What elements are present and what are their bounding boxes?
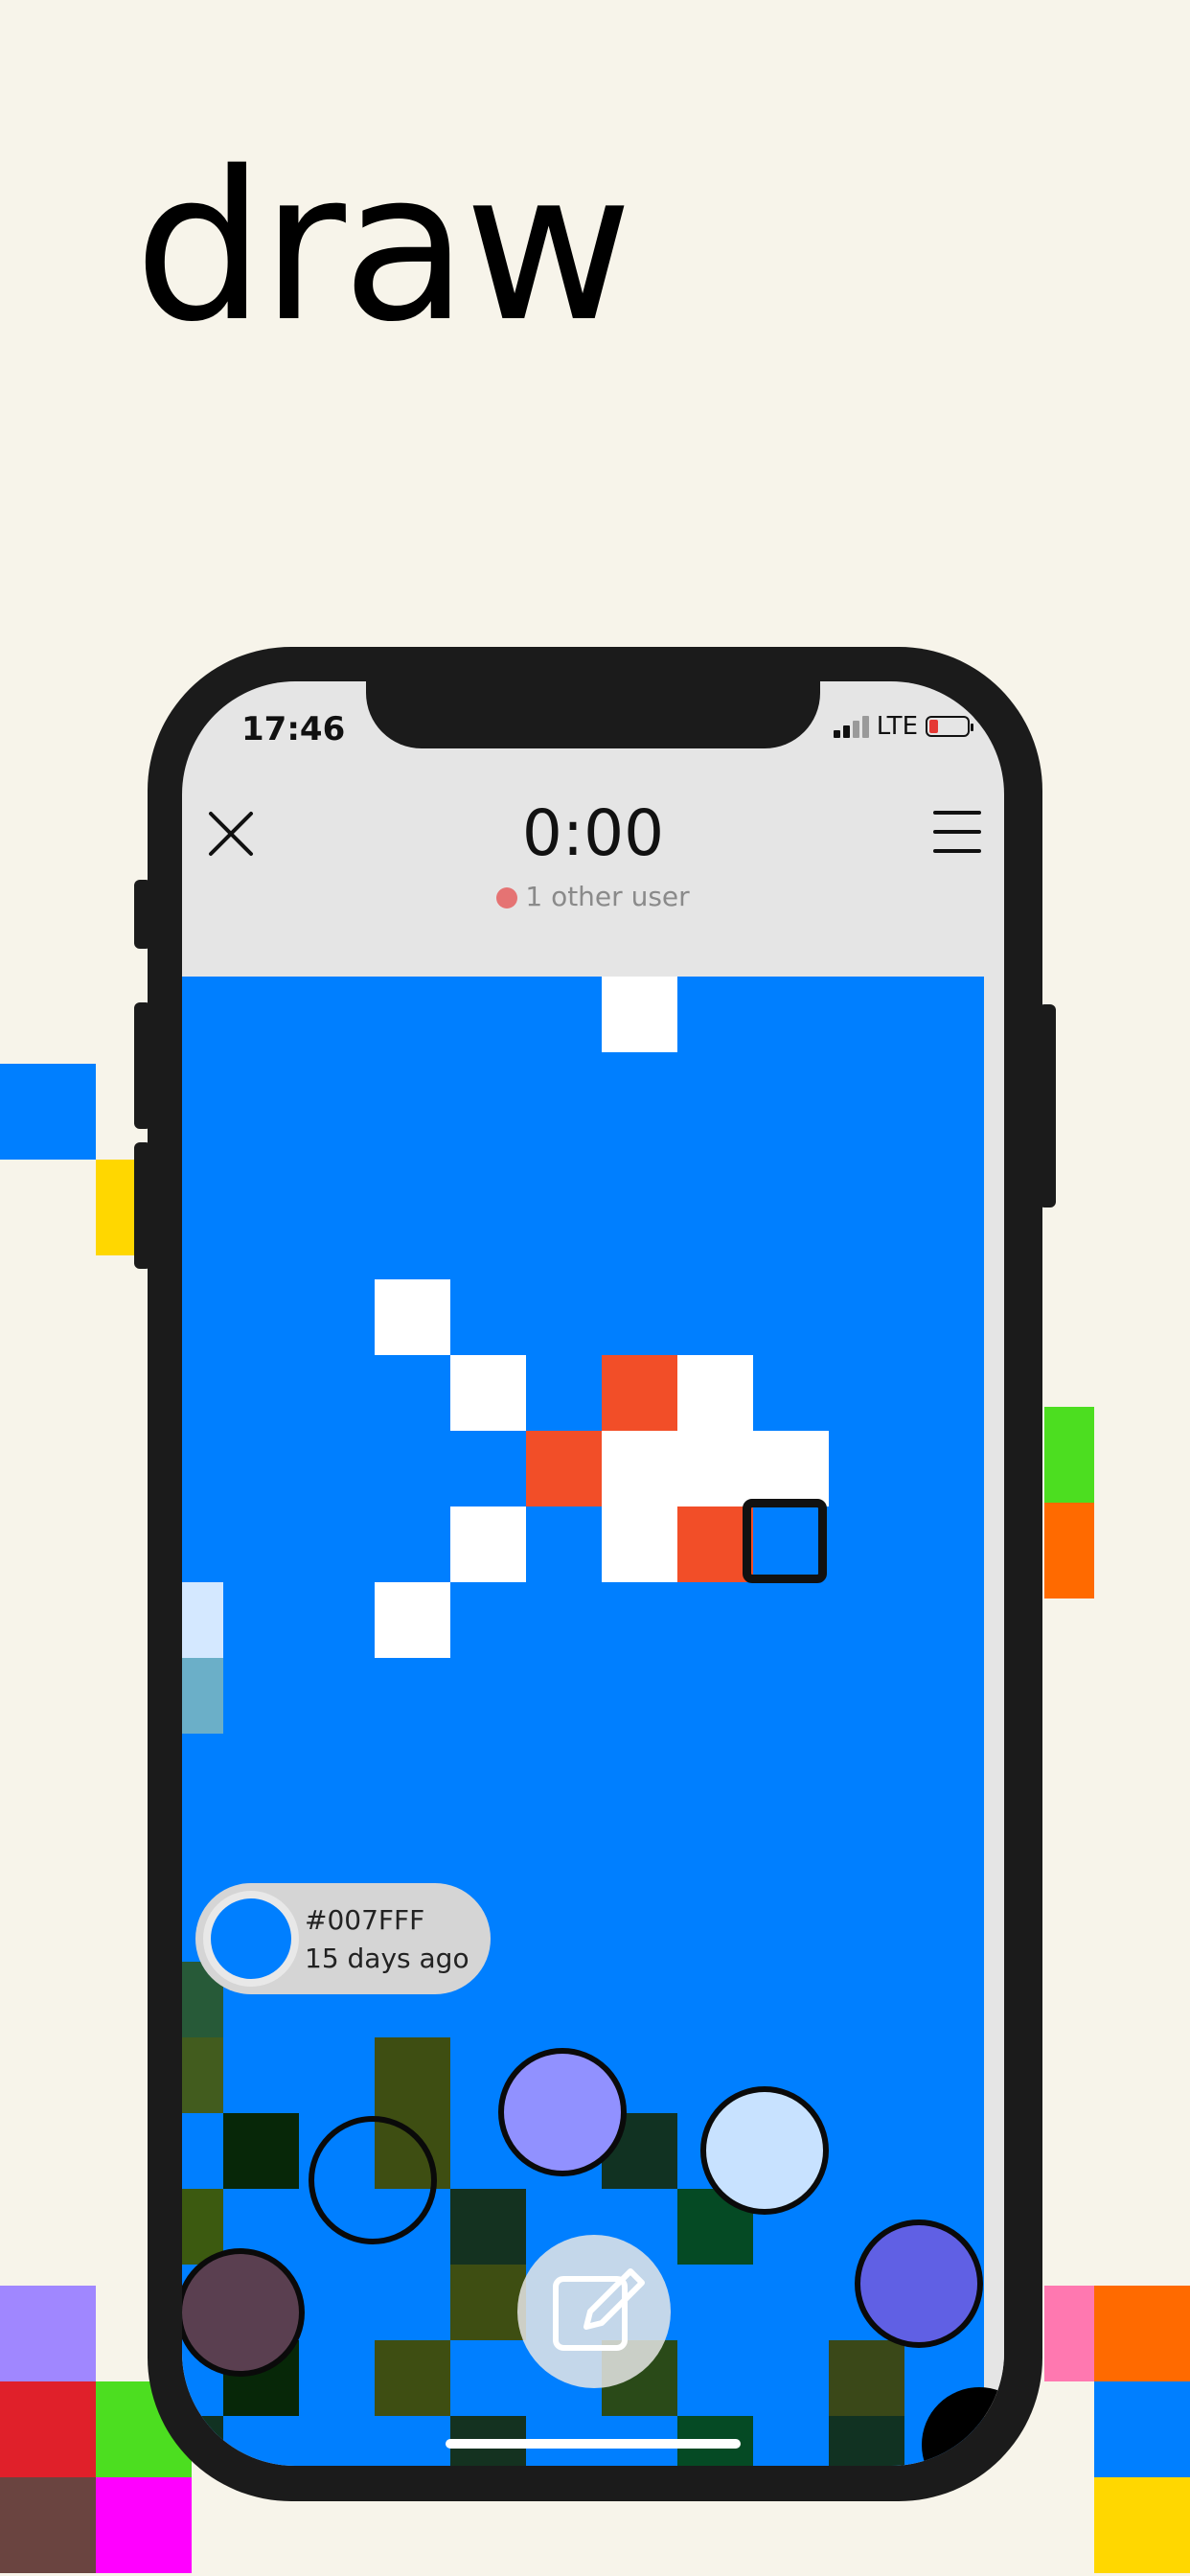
phone-frame: #007FFF 15 days ago 17:46 LTE 0:00 1 oth…: [148, 647, 1042, 2501]
users-online-label: 1 other user: [525, 881, 690, 912]
phone-notch: [366, 681, 820, 748]
battery-icon: [926, 716, 973, 737]
deco-square: [1044, 1407, 1094, 1503]
user-status-dot: [496, 887, 518, 908]
canvas-pixel: [677, 1431, 753, 1506]
pixel-cursor[interactable]: [743, 1499, 827, 1583]
deco-square: [0, 2477, 96, 2573]
canvas-pixel: [450, 1506, 526, 1582]
color-age: 15 days ago: [305, 1943, 469, 1974]
deco-square: [96, 2477, 192, 2573]
deco-square: [0, 2286, 96, 2381]
network-label: LTE: [876, 712, 918, 741]
status-indicators: LTE: [833, 712, 973, 741]
user-cursor-bubble: [498, 2048, 627, 2176]
canvas-pixel: [182, 1582, 223, 1658]
canvas-pixel: [602, 1431, 677, 1506]
users-online: 1 other user: [182, 881, 1004, 912]
canvas-pixel: [450, 1355, 526, 1431]
canvas-pixel: [829, 2340, 904, 2416]
canvas-pixel: [375, 1279, 450, 1355]
canvas-pixel: [829, 2416, 904, 2466]
deco-square: [0, 1064, 96, 1160]
canvas-pixel: [375, 2340, 450, 2416]
canvas-pixel: [602, 977, 677, 1052]
deco-square: [1094, 2477, 1190, 2573]
deco-square: [1044, 1503, 1094, 1598]
canvas-pixel: [375, 1582, 450, 1658]
user-cursor-bubble: [309, 2116, 437, 2244]
phone-screen: #007FFF 15 days ago 17:46 LTE 0:00 1 oth…: [182, 681, 1004, 2466]
deco-square: [0, 2381, 96, 2477]
canvas-pixel: [182, 1658, 223, 1734]
session-timer: 0:00: [521, 796, 665, 870]
user-cursor-bubble: [855, 2220, 983, 2348]
color-swatch: [203, 1891, 299, 1987]
user-cursor-bubble: [700, 2086, 829, 2215]
signal-icon: [833, 715, 869, 738]
deco-square: [1044, 2286, 1094, 2381]
canvas-pixel: [182, 2037, 223, 2113]
canvas-pixel: [223, 2113, 299, 2189]
canvas-pixel: [753, 1431, 829, 1506]
selected-color-pill[interactable]: #007FFF 15 days ago: [195, 1883, 491, 1994]
deco-square: [1094, 2286, 1190, 2381]
canvas-pixel: [182, 2416, 223, 2466]
canvas-pixel: [677, 1355, 753, 1431]
hero-title: draw: [134, 126, 632, 367]
deco-square: [1094, 2381, 1190, 2477]
canvas-pixel: [602, 1355, 677, 1431]
canvas-pixel: [375, 2037, 450, 2113]
canvas-pixel: [602, 1506, 677, 1582]
canvas-edge: [984, 977, 1004, 2466]
status-time: 17:46: [241, 710, 346, 748]
edit-icon: [553, 2268, 645, 2351]
home-indicator[interactable]: [446, 2439, 741, 2449]
color-hex: #007FFF: [305, 1904, 425, 1936]
canvas-pixel: [450, 2265, 526, 2340]
user-cursor-bubble: [182, 2248, 305, 2377]
canvas-pixel: [450, 2189, 526, 2265]
edit-button[interactable]: [517, 2235, 671, 2388]
canvas-pixel: [526, 1431, 602, 1506]
menu-icon[interactable]: [933, 811, 981, 853]
